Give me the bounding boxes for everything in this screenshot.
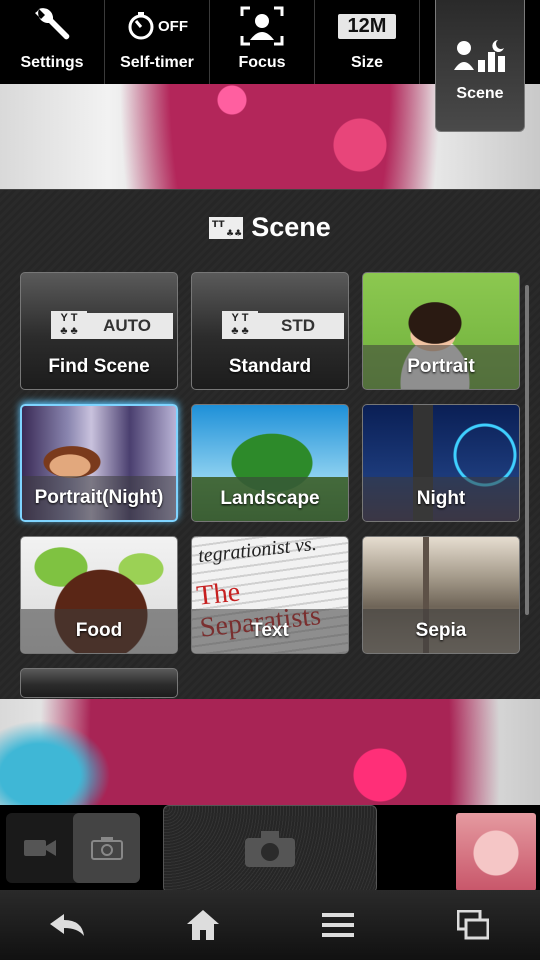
tile-label: Landscape	[192, 477, 348, 521]
shutter-camera-icon	[245, 831, 295, 867]
timer-icon: OFF	[126, 0, 188, 52]
capture-mode-switch[interactable]	[6, 813, 140, 883]
video-mode-button[interactable]	[6, 813, 73, 883]
menu-button[interactable]	[270, 890, 405, 960]
wrench-icon	[31, 0, 73, 52]
last-photo-thumbnail[interactable]	[456, 813, 536, 891]
settings-button[interactable]: Settings	[0, 0, 105, 84]
svg-text:TT: TT	[212, 220, 225, 230]
recent-apps-button[interactable]	[405, 890, 540, 960]
scene-tile-landscape[interactable]: Landscape	[191, 404, 349, 522]
navigation-bar	[0, 890, 540, 960]
tile-label: Find Scene	[48, 356, 150, 377]
scene-tile-sepia[interactable]: Sepia	[362, 536, 520, 654]
recent-apps-icon	[456, 910, 489, 940]
size-button[interactable]: 12M Size	[315, 0, 420, 84]
size-badge-wrap: 12M	[337, 0, 397, 52]
shutter-button[interactable]	[163, 805, 377, 893]
camera-controls	[0, 805, 540, 893]
back-button[interactable]	[0, 890, 135, 960]
back-icon	[49, 914, 84, 936]
face-focus-icon	[240, 0, 284, 52]
focus-button[interactable]: Focus	[210, 0, 315, 84]
scene-tile-next[interactable]	[20, 668, 178, 698]
std-badge-text: STD	[252, 313, 344, 339]
scene-icon	[452, 38, 508, 79]
newspaper-line-1: tegrationist vs.	[197, 536, 318, 568]
auto-badge: Y T ♣ ♣ AUTO	[51, 293, 173, 339]
std-badge: Y T ♣ ♣ STD	[222, 293, 344, 339]
tile-label: Sepia	[363, 609, 519, 653]
camera-icon	[90, 837, 123, 860]
panel-scrollbar[interactable]	[525, 285, 529, 615]
tile-label: Portrait	[363, 345, 519, 389]
tile-label: Food	[21, 609, 177, 653]
home-button[interactable]	[135, 890, 270, 960]
scene-title-icon: TT♣♣	[209, 216, 244, 239]
panel-title: TT ♣♣ Scene	[0, 212, 540, 243]
self-timer-label: Self-timer	[120, 54, 194, 71]
focus-label: Focus	[238, 54, 286, 71]
scene-tile-portrait[interactable]: Portrait	[362, 272, 520, 390]
svg-text:♣♣: ♣♣	[226, 229, 242, 239]
video-camera-icon	[23, 840, 56, 856]
panel-title-text: Scene	[251, 212, 331, 242]
scene-tile-night[interactable]: Night	[362, 404, 520, 522]
scene-label: Scene	[456, 85, 504, 102]
size-label: Size	[350, 54, 383, 71]
scene-tile-food[interactable]: Food	[20, 536, 178, 654]
self-timer-value: OFF	[158, 17, 188, 35]
scene-tile-portrait-night[interactable]: Portrait(Night)	[20, 404, 178, 522]
tile-label: Text	[192, 609, 348, 653]
auto-badge-text: AUTO	[81, 313, 173, 339]
preview-detail	[0, 705, 130, 805]
home-icon	[186, 910, 219, 940]
scene-tile-text[interactable]: tegrationist vs. The Separatists Text	[191, 536, 349, 654]
menu-icon	[321, 913, 354, 937]
scene-tile-find-scene[interactable]: Y T ♣ ♣ AUTO Find Scene	[20, 272, 178, 390]
size-value-badge: 12M	[337, 13, 397, 39]
settings-label: Settings	[20, 54, 84, 71]
photo-mode-button[interactable]	[73, 813, 140, 883]
tile-label: Night	[363, 477, 519, 521]
tile-label: Standard	[228, 356, 312, 377]
scene-tile-standard[interactable]: Y T ♣ ♣ STD Standard	[191, 272, 349, 390]
scene-button[interactable]: Scene	[435, 0, 525, 132]
tile-label: Portrait(Night)	[22, 476, 176, 520]
self-timer-button[interactable]: OFF Self-timer	[105, 0, 210, 84]
